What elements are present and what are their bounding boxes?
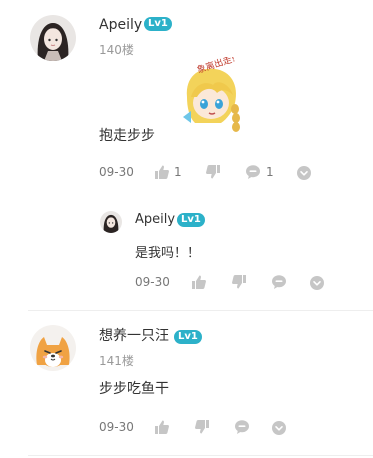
like-count: 1 [174, 165, 182, 179]
chevron-down-icon [272, 421, 286, 435]
thumbs-down-icon [231, 274, 247, 290]
comment-author-name[interactable]: 想养一只汪 [99, 328, 169, 344]
comment-bubble-icon [245, 164, 261, 180]
avatar-image [100, 211, 122, 233]
comment-date: 09-30 [99, 165, 134, 179]
comment-sticker: 象离出走! [177, 52, 249, 137]
comment-bubble-icon [234, 419, 250, 435]
level-badge: Lv1 [144, 17, 172, 31]
level-badge: Lv1 [177, 213, 205, 227]
comment-date: 09-30 [99, 420, 134, 434]
reply-author-name[interactable]: Apeily [135, 212, 175, 228]
divider [28, 455, 373, 456]
reply-button[interactable] [271, 274, 287, 290]
reply-text: 是我吗！！ [135, 246, 201, 261]
more-options-button[interactable] [310, 275, 324, 294]
comment-text: 抱走步步 [99, 128, 155, 144]
like-button[interactable] [191, 274, 207, 290]
like-button[interactable] [154, 164, 170, 180]
reply-button[interactable] [234, 419, 250, 435]
avatar[interactable] [30, 15, 76, 61]
like-button[interactable] [154, 419, 170, 435]
divider [28, 310, 373, 311]
dislike-button[interactable] [194, 419, 210, 435]
floor-number: 140楼 [99, 43, 134, 57]
reply-date: 09-30 [135, 275, 170, 289]
reply-avatar[interactable] [100, 211, 122, 233]
more-options-button[interactable] [272, 420, 286, 439]
level-badge: Lv1 [174, 330, 202, 344]
thumbs-up-icon [154, 419, 170, 435]
thumbs-up-icon [154, 164, 170, 180]
comment-bubble-icon [271, 274, 287, 290]
chevron-down-icon [310, 276, 324, 290]
dislike-button[interactable] [205, 164, 221, 180]
more-options-button[interactable] [297, 165, 311, 184]
reply-count: 1 [266, 165, 274, 179]
dislike-button[interactable] [231, 274, 247, 290]
reply-button[interactable] [245, 164, 261, 180]
thumbs-down-icon [205, 164, 221, 180]
thumbs-up-icon [191, 274, 207, 290]
avatar-image [30, 325, 76, 371]
comment-author-name[interactable]: Apeily [99, 17, 142, 33]
floor-number: 141楼 [99, 354, 134, 368]
comment-text: 步步吃鱼干 [99, 381, 169, 397]
avatar[interactable] [30, 325, 76, 371]
thumbs-down-icon [194, 419, 210, 435]
avatar-image [30, 15, 76, 61]
chevron-down-icon [297, 166, 311, 180]
